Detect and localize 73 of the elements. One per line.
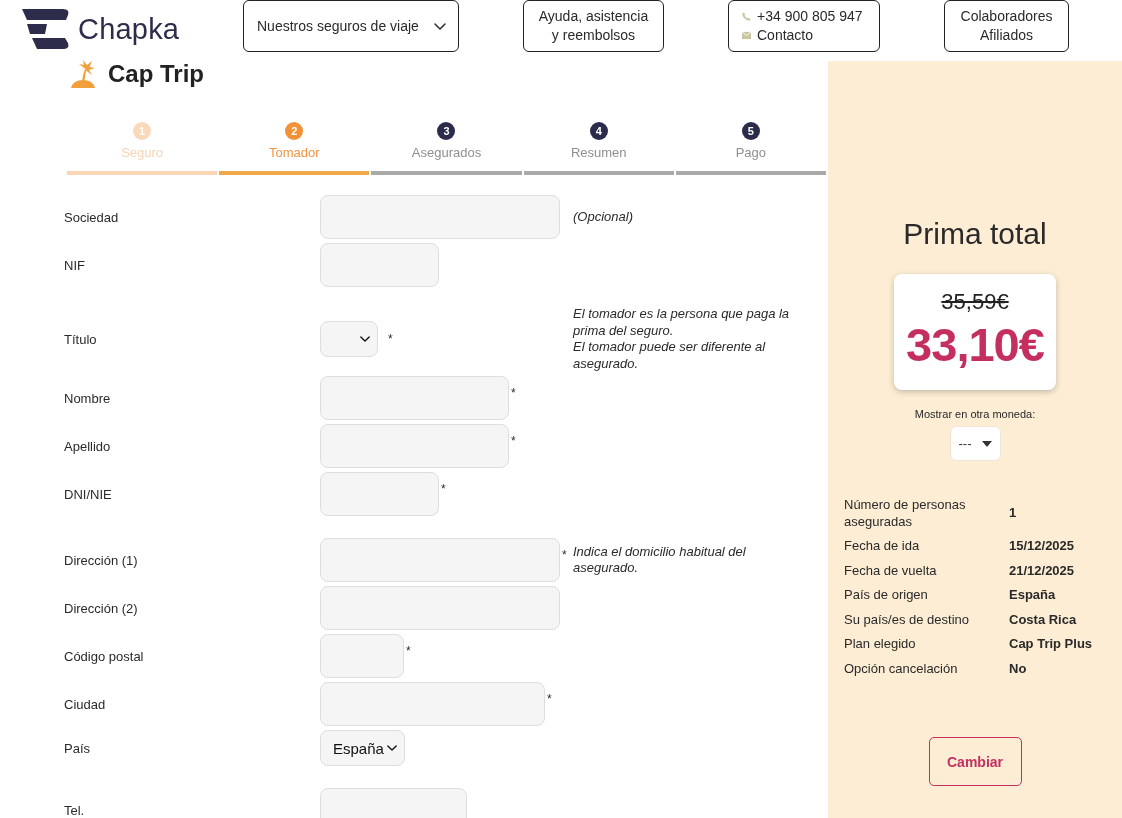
required-mark: *: [547, 692, 552, 706]
required-mark: *: [511, 386, 516, 400]
input-field[interactable]: [320, 472, 439, 516]
phone-link[interactable]: +34 900 805 947: [742, 7, 863, 26]
caret-icon: [981, 440, 992, 447]
required-mark: *: [388, 332, 393, 346]
input-field[interactable]: [320, 682, 545, 726]
detail-label: Fecha de vuelta: [844, 562, 938, 579]
mail-icon: [742, 31, 751, 40]
required-mark: *: [441, 482, 446, 496]
currency-label: Mostrar en otra moneda:: [914, 407, 1036, 421]
detail-value: Cap Trip Plus: [1009, 636, 1093, 653]
step-number: 5: [741, 122, 760, 140]
field-label: NIF: [64, 257, 86, 273]
field-note: Indica el domicilio habitual del asegurado.: [573, 543, 747, 577]
logo-icon: [22, 8, 70, 50]
detail-label: Fecha de ida: [844, 538, 921, 555]
detail-label: Plan elegido: [844, 636, 917, 653]
detail-value: 15/12/2025: [1009, 538, 1075, 555]
currency-select[interactable]: ---: [949, 426, 1001, 461]
input-field[interactable]: [320, 195, 560, 239]
palm-island-icon: [70, 60, 96, 88]
change-button[interactable]: Cambiar: [928, 737, 1022, 786]
required-mark: *: [511, 434, 516, 448]
detail-value: No: [1009, 660, 1027, 677]
detail-value: 21/12/2025: [1009, 562, 1075, 579]
field-note: (Opcional): [573, 208, 634, 226]
field-label: Nombre: [64, 390, 112, 406]
input-field[interactable]: [320, 376, 509, 420]
input-field[interactable]: [320, 424, 509, 468]
detail-label: Número de personas aseguradas: [844, 497, 967, 530]
select-field[interactable]: España: [320, 730, 405, 766]
field-label: Código postal: [64, 648, 145, 664]
step-number: 4: [589, 122, 608, 140]
step-number: 2: [285, 122, 304, 140]
input-field[interactable]: [320, 586, 560, 630]
detail-value: Costa Rica: [1009, 611, 1077, 628]
input-field[interactable]: [320, 243, 439, 287]
step-number: 3: [437, 122, 456, 140]
detail-label: Su país/es de destino: [844, 611, 971, 628]
field-label: Tel.: [64, 802, 86, 818]
input-field[interactable]: [320, 538, 560, 582]
product-name: Cap Trip: [108, 60, 204, 88]
field-label: Título: [64, 331, 98, 347]
detail-value: España: [1009, 587, 1056, 604]
contact-link[interactable]: Contacto: [742, 26, 814, 45]
chevron-down-icon: [434, 22, 446, 30]
required-mark: *: [562, 548, 567, 562]
old-price: 35,59€: [941, 288, 1009, 316]
field-label: Dirección (2): [64, 600, 139, 616]
nav-dropdown[interactable]: Nuestros seguros de viaje: [243, 0, 459, 52]
phone-icon: [742, 12, 751, 21]
field-label: Dirección (1): [64, 552, 139, 568]
field-label: Apellido: [64, 438, 112, 454]
brand-name: Chapka: [78, 12, 180, 46]
step-number: 1: [133, 122, 152, 140]
field-label: Sociedad: [64, 209, 120, 225]
input-field[interactable]: [320, 634, 404, 678]
field-label: DNI/NIE: [64, 486, 113, 502]
detail-label: País de origen: [844, 587, 929, 604]
panel-title: Prima total: [903, 216, 1047, 252]
required-mark: *: [406, 644, 411, 658]
select-field[interactable]: [320, 321, 378, 357]
detail-value: 1: [1009, 505, 1017, 522]
field-label: Ciudad: [64, 696, 107, 712]
field-label: País: [64, 740, 91, 756]
chevron-down-icon: [360, 336, 370, 342]
nav-link[interactable]: Colaboradores Afiliados: [944, 0, 1069, 52]
chevron-down-icon: [387, 745, 397, 751]
total-price: 33,10€: [906, 317, 1044, 373]
field-note: El tomador es la persona que paga la prima del seguro. El tomador puede ser diferente al asegurado.: [573, 306, 791, 372]
nav-link[interactable]: Ayuda, asistencia y reembolsos: [523, 0, 664, 52]
detail-label: Opción cancelación: [844, 660, 959, 677]
